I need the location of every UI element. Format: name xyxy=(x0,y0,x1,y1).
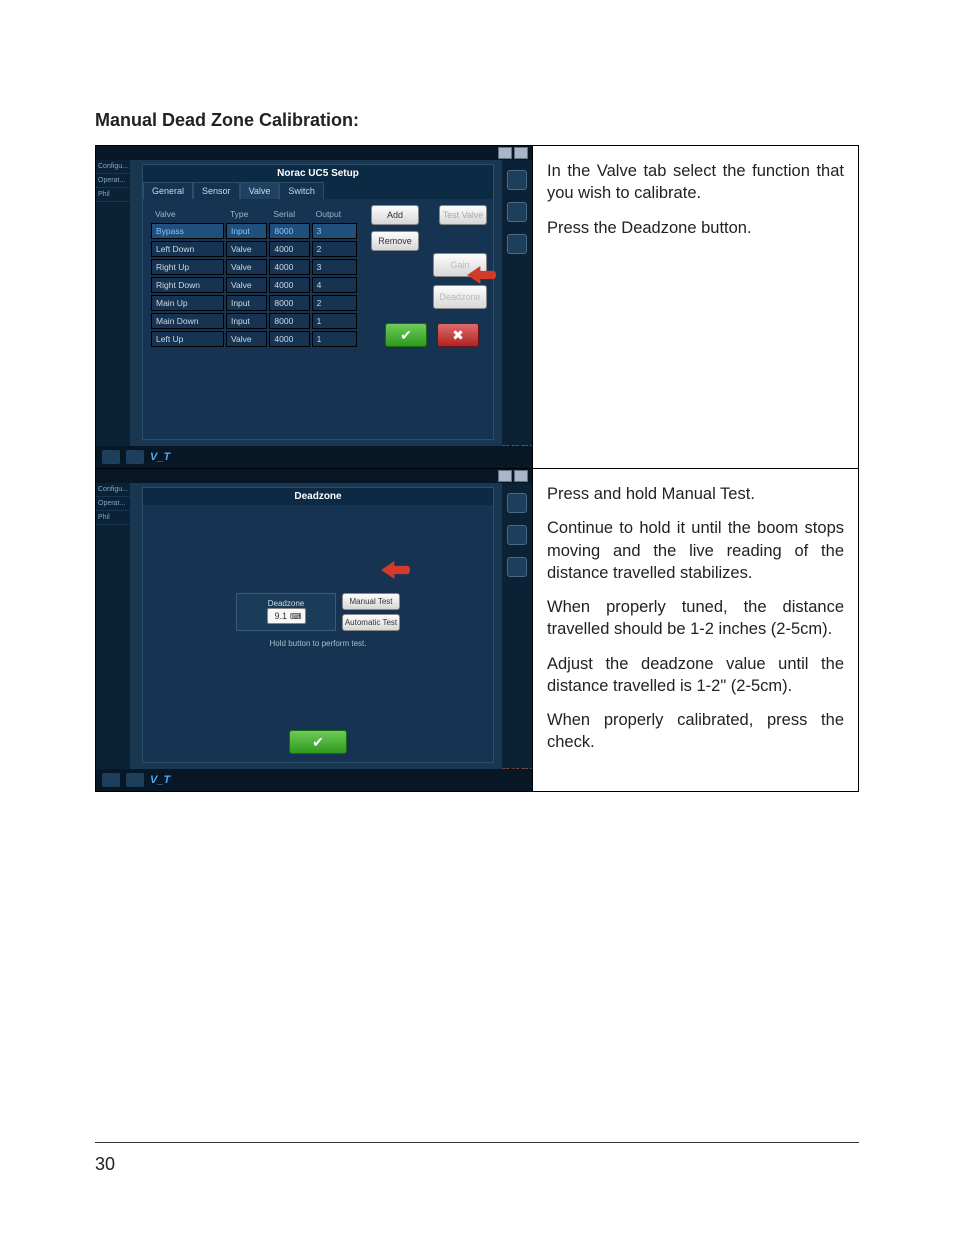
footer-rule xyxy=(95,1142,859,1143)
wrench-icon[interactable] xyxy=(507,170,527,190)
left-tab-config[interactable]: Configu... xyxy=(96,160,130,174)
col-output: Output xyxy=(312,207,357,221)
left-nav: Configu... Operat... Phil xyxy=(96,483,130,791)
vt-icon[interactable]: V_T xyxy=(150,451,170,463)
right-toolbar: 22:55 PM 1/02/2012 xyxy=(502,160,532,468)
grid-icon[interactable] xyxy=(126,773,144,787)
home-icon[interactable] xyxy=(102,450,120,464)
tab-switch[interactable]: Switch xyxy=(279,182,324,199)
ok-button[interactable]: ✔ xyxy=(385,323,427,347)
deadzone-button[interactable]: Deadzone xyxy=(433,285,487,309)
bottom-bar: V_T xyxy=(96,446,532,468)
cancel-button[interactable]: ✖ xyxy=(437,323,479,347)
hint-text: Hold button to perform test. xyxy=(270,639,367,648)
deadzone-label: Deadzone xyxy=(268,599,304,608)
grid-icon[interactable] xyxy=(126,450,144,464)
tab-general[interactable]: General xyxy=(143,182,193,199)
left-tab-config[interactable]: Configu... xyxy=(96,483,130,497)
table-row[interactable]: Left DownValve40002 xyxy=(151,241,357,257)
tab-valve[interactable]: Valve xyxy=(240,182,280,199)
table-row[interactable]: Right DownValve40004 xyxy=(151,277,357,293)
bottom-bar: V_T xyxy=(96,769,532,791)
valve-table[interactable]: Valve Type Serial Output BypassInput8000… xyxy=(149,205,359,349)
ok-button[interactable]: ✔ xyxy=(289,730,347,754)
manual-test-button[interactable]: Manual Test xyxy=(342,593,400,610)
left-tab-operat[interactable]: Operat... xyxy=(96,497,130,511)
home-icon[interactable] xyxy=(102,773,120,787)
window-icon[interactable] xyxy=(498,147,512,159)
screenshot-step2: Configu... Operat... Phil 23:18 PM 1/02/… xyxy=(96,469,533,792)
table-row[interactable]: Main DownInput80001 xyxy=(151,313,357,329)
table-row[interactable]: BypassInput80003 xyxy=(151,223,357,239)
col-type: Type xyxy=(226,207,267,221)
page-number: 30 xyxy=(95,1154,115,1175)
instructions-step1: In the Valve tab select the function tha… xyxy=(533,146,859,469)
col-serial: Serial xyxy=(269,207,309,221)
left-nav: Configu... Operat... Phil xyxy=(96,160,130,468)
menu-icon[interactable] xyxy=(514,147,528,159)
pointer-hand-icon xyxy=(379,556,413,584)
document-icon[interactable] xyxy=(507,525,527,545)
window-icon[interactable] xyxy=(498,470,512,482)
right-toolbar: 23:18 PM 1/02/2012 xyxy=(502,483,532,791)
gain-button[interactable]: Gain xyxy=(433,253,487,277)
section-title: Manual Dead Zone Calibration: xyxy=(95,110,859,131)
table-row[interactable]: Right UpValve40003 xyxy=(151,259,357,275)
left-tab-operat[interactable]: Operat... xyxy=(96,174,130,188)
vt-icon[interactable]: V_T xyxy=(150,774,170,786)
panel-title: Deadzone xyxy=(143,488,493,505)
test-valve-button[interactable]: Test Valve xyxy=(439,205,487,225)
screenshot-step1: Configu... Operat... Phil 22:55 PM 1/02/… xyxy=(96,146,533,469)
titlebar xyxy=(96,469,532,483)
wrench-icon[interactable] xyxy=(507,493,527,513)
deadzone-input[interactable]: 9.1⌨ xyxy=(267,608,306,624)
tab-sensor[interactable]: Sensor xyxy=(193,182,240,199)
automatic-test-button[interactable]: Automatic Test xyxy=(342,614,400,631)
panel-title: Norac UC5 Setup xyxy=(143,165,493,182)
add-button[interactable]: Add xyxy=(371,205,419,225)
steps-table: Configu... Operat... Phil 22:55 PM 1/02/… xyxy=(95,145,859,792)
titlebar xyxy=(96,146,532,160)
document-icon[interactable] xyxy=(507,202,527,222)
left-tab-phil[interactable]: Phil xyxy=(96,511,130,525)
left-tab-phil[interactable]: Phil xyxy=(96,188,130,202)
tabs: General Sensor Valve Switch xyxy=(143,182,493,199)
deadzone-field: Deadzone 9.1⌨ xyxy=(236,593,336,631)
instructions-step2: Press and hold Manual Test. Continue to … xyxy=(533,469,859,792)
menu-icon[interactable] xyxy=(514,470,528,482)
table-row[interactable]: Main UpInput80002 xyxy=(151,295,357,311)
col-valve: Valve xyxy=(151,207,224,221)
save-icon[interactable] xyxy=(507,557,527,577)
remove-button[interactable]: Remove xyxy=(371,231,419,251)
keyboard-icon[interactable]: ⌨ xyxy=(290,612,302,621)
save-icon[interactable] xyxy=(507,234,527,254)
table-row[interactable]: Left UpValve40001 xyxy=(151,331,357,347)
